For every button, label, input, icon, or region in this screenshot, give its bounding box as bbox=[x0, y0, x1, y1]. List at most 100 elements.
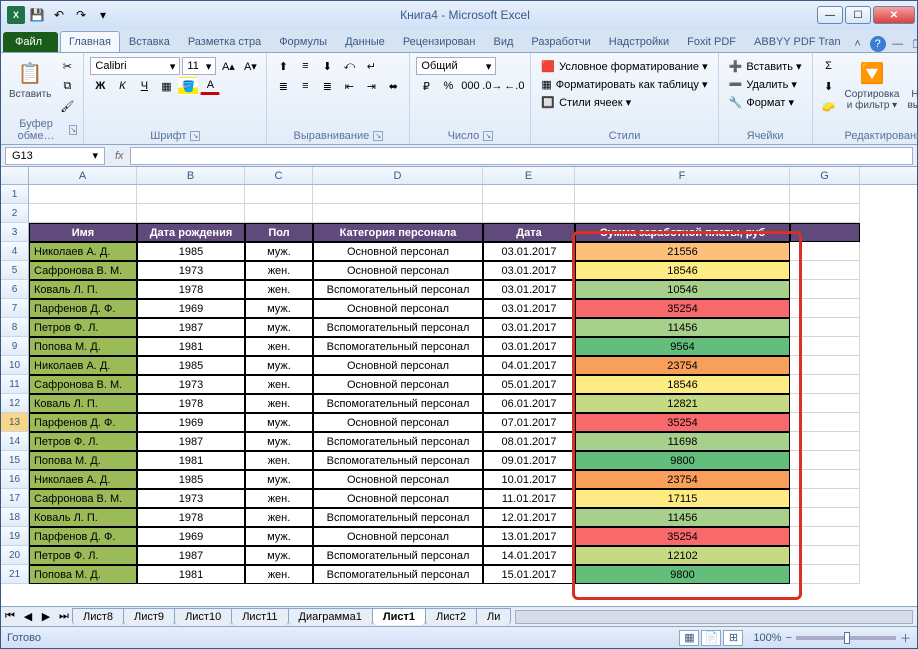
wrap-text-icon[interactable]: ↵ bbox=[361, 57, 381, 75]
autosum-icon[interactable]: Σ bbox=[819, 57, 839, 75]
cell[interactable]: 1969 bbox=[137, 299, 245, 318]
cell[interactable]: жен. bbox=[245, 375, 313, 394]
cell[interactable]: Попова М. Д. bbox=[29, 565, 137, 584]
sheet-tab[interactable]: Лист10 bbox=[174, 608, 232, 625]
row-header[interactable]: 6 bbox=[1, 280, 29, 299]
cell[interactable]: Категория персонала bbox=[313, 223, 483, 242]
cell[interactable]: 18546 bbox=[575, 375, 790, 394]
cell[interactable]: 10546 bbox=[575, 280, 790, 299]
cell[interactable] bbox=[313, 204, 483, 223]
qat-dropdown-icon[interactable]: ▾ bbox=[93, 5, 113, 25]
sheet-tab[interactable]: Ли bbox=[476, 608, 511, 625]
row-header[interactable]: 4 bbox=[1, 242, 29, 261]
number-format-combo[interactable]: Общий▾ bbox=[416, 57, 496, 75]
cell[interactable]: жен. bbox=[245, 261, 313, 280]
cell[interactable] bbox=[790, 280, 860, 299]
maximize-button[interactable]: ☐ bbox=[845, 6, 871, 24]
currency-icon[interactable]: ₽ bbox=[416, 77, 436, 95]
ribbon-tab[interactable]: Вставка bbox=[120, 31, 179, 52]
cell[interactable]: Основной персонал bbox=[313, 470, 483, 489]
row-header[interactable]: 16 bbox=[1, 470, 29, 489]
cell[interactable]: Основной персонал bbox=[313, 489, 483, 508]
cell[interactable]: Сафронова В. М. bbox=[29, 489, 137, 508]
page-break-button[interactable]: ⊞ bbox=[723, 630, 743, 646]
cell[interactable]: Петров Ф. Л. bbox=[29, 432, 137, 451]
border-icon[interactable]: ▦ bbox=[156, 77, 176, 95]
formula-input[interactable] bbox=[130, 147, 913, 165]
row-header[interactable]: 13 bbox=[1, 413, 29, 432]
cell[interactable] bbox=[483, 185, 575, 204]
ribbon-tab[interactable]: ABBYY PDF Tran bbox=[745, 31, 850, 52]
select-all-corner[interactable] bbox=[1, 167, 29, 184]
cell[interactable] bbox=[790, 375, 860, 394]
cell[interactable] bbox=[29, 185, 137, 204]
copy-icon[interactable]: ⧉ bbox=[57, 77, 77, 95]
cell[interactable]: Вспомогательный персонал bbox=[313, 394, 483, 413]
cell[interactable]: Вспомогательный персонал bbox=[313, 451, 483, 470]
cell[interactable]: 15.01.2017 bbox=[483, 565, 575, 584]
conditional-format-button[interactable]: 🟥Условное форматирование ▾ bbox=[537, 57, 711, 75]
cell[interactable]: 03.01.2017 bbox=[483, 299, 575, 318]
row-header[interactable]: 17 bbox=[1, 489, 29, 508]
cell[interactable]: Основной персонал bbox=[313, 413, 483, 432]
orientation-icon[interactable]: ⤺ bbox=[339, 57, 359, 75]
cell[interactable]: Дата bbox=[483, 223, 575, 242]
cell[interactable]: Коваль Л. П. bbox=[29, 508, 137, 527]
decrease-indent-icon[interactable]: ⇤ bbox=[339, 77, 359, 95]
cell[interactable]: муж. bbox=[245, 432, 313, 451]
cell[interactable]: муж. bbox=[245, 356, 313, 375]
cell[interactable]: Николаев А. Д. bbox=[29, 470, 137, 489]
close-button[interactable]: ✕ bbox=[873, 6, 915, 24]
sort-filter-button[interactable]: 🔽 Сортировка и фильтр ▾ bbox=[843, 57, 902, 113]
align-right-icon[interactable]: ≣ bbox=[317, 77, 337, 95]
cell[interactable]: Парфенов Д. Ф. bbox=[29, 527, 137, 546]
cell[interactable]: 1985 bbox=[137, 356, 245, 375]
row-header[interactable]: 12 bbox=[1, 394, 29, 413]
cell[interactable]: муж. bbox=[245, 318, 313, 337]
cell[interactable]: 14.01.2017 bbox=[483, 546, 575, 565]
cut-icon[interactable]: ✂ bbox=[57, 57, 77, 75]
ribbon-tab[interactable]: Данные bbox=[336, 31, 394, 52]
column-header[interactable]: G bbox=[790, 167, 860, 184]
cell[interactable]: жен. bbox=[245, 394, 313, 413]
cell[interactable]: 03.01.2017 bbox=[483, 242, 575, 261]
row-header[interactable]: 15 bbox=[1, 451, 29, 470]
row-header[interactable]: 8 bbox=[1, 318, 29, 337]
cell[interactable]: 1973 bbox=[137, 261, 245, 280]
cell[interactable]: 03.01.2017 bbox=[483, 318, 575, 337]
comma-icon[interactable]: 000 bbox=[460, 77, 480, 95]
cell[interactable] bbox=[790, 299, 860, 318]
increase-decimal-icon[interactable]: .0→ bbox=[482, 77, 502, 95]
cell[interactable]: Дата рождения bbox=[137, 223, 245, 242]
fill-icon[interactable]: ⬇ bbox=[819, 77, 839, 95]
decrease-decimal-icon[interactable]: ←.0 bbox=[504, 77, 524, 95]
sheet-tab[interactable]: Диаграмма1 bbox=[288, 608, 373, 625]
column-header[interactable]: A bbox=[29, 167, 137, 184]
cell[interactable]: Вспомогательный персонал bbox=[313, 508, 483, 527]
cell[interactable]: Основной персонал bbox=[313, 261, 483, 280]
file-tab[interactable]: Файл bbox=[3, 32, 58, 52]
cell[interactable] bbox=[575, 185, 790, 204]
cell[interactable]: Основной персонал bbox=[313, 356, 483, 375]
merge-icon[interactable]: ⬌ bbox=[383, 77, 403, 95]
cell[interactable]: жен. bbox=[245, 565, 313, 584]
cell[interactable] bbox=[790, 394, 860, 413]
doc-minimize-icon[interactable]: — bbox=[890, 36, 906, 52]
cell[interactable] bbox=[790, 337, 860, 356]
find-select-button[interactable]: 🔍 Найти и выделить ▾ bbox=[905, 57, 918, 124]
font-size-combo[interactable]: 11▾ bbox=[182, 57, 216, 75]
cell[interactable]: 1987 bbox=[137, 546, 245, 565]
cell[interactable]: муж. bbox=[245, 242, 313, 261]
doc-restore-icon[interactable]: ❐ bbox=[910, 36, 918, 52]
column-header[interactable]: E bbox=[483, 167, 575, 184]
clipboard-launcher[interactable]: ↘ bbox=[69, 125, 77, 135]
align-launcher[interactable]: ↘ bbox=[373, 131, 383, 141]
row-header[interactable]: 7 bbox=[1, 299, 29, 318]
cell[interactable]: 08.01.2017 bbox=[483, 432, 575, 451]
page-layout-button[interactable]: 📄 bbox=[701, 630, 721, 646]
format-table-button[interactable]: ▦Форматировать как таблицу ▾ bbox=[537, 75, 711, 93]
cell[interactable]: муж. bbox=[245, 527, 313, 546]
cell[interactable] bbox=[790, 413, 860, 432]
cell[interactable]: 06.01.2017 bbox=[483, 394, 575, 413]
cell[interactable]: Основной персонал bbox=[313, 242, 483, 261]
